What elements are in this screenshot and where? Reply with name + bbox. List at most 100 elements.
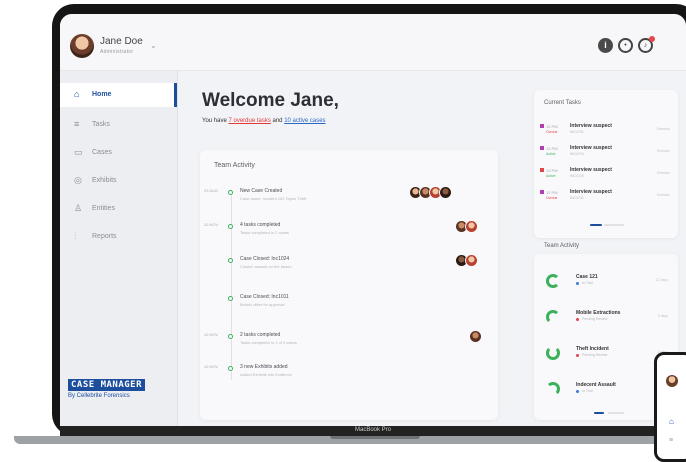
avatar[interactable] (465, 254, 478, 267)
user-avatar[interactable] (70, 34, 94, 58)
progress-ring (546, 274, 560, 288)
brand-logo: CASE MANAGER By Cellebrite Forensics (68, 379, 146, 399)
task-row[interactable]: 12 PM Ovrdue Interview suspect INC4731 O… (540, 188, 674, 206)
timeline-title: New Case Created (240, 188, 283, 194)
timeline-dot (228, 190, 233, 195)
activity-status: Pending Review (582, 353, 608, 357)
progress-ring (546, 346, 560, 360)
people-avatars (455, 220, 478, 233)
task-time: 12 PM (546, 124, 558, 129)
timeline-item[interactable]: 23 AUG New Case Created Case name: Incid… (200, 186, 498, 210)
sidebar-item-label: Exhibits (92, 177, 117, 184)
brand-subtitle: By Cellebrite Forensics (68, 393, 130, 399)
timeline-item[interactable]: Case Closed: Inc1024 Closed: assault on … (200, 254, 498, 278)
task-tag: Ovrdue (546, 196, 558, 200)
timeline-item[interactable]: 10 NOV 3 new Exhibits added Added Exhibi… (200, 362, 498, 386)
avatar[interactable] (465, 220, 478, 233)
laptop-label: MacBook Pro (354, 427, 391, 433)
timeline-desc: Bofmix ditter for approval (240, 302, 285, 307)
phone-device: ⌂ ≡ (654, 352, 686, 462)
task-status: Overdue (656, 193, 670, 197)
section-title: Team Activity (544, 243, 580, 249)
progress-ring (546, 382, 560, 396)
timeline-item[interactable]: 10 NOV 4 tasks completed Tasks completed… (200, 220, 498, 244)
activity-item[interactable]: Mobile Extractions Pending Review 5 days (538, 304, 674, 338)
timeline-dot (228, 334, 233, 339)
activity-item[interactable]: Case 121 In Trial 12 days (538, 268, 674, 302)
cases-icon: ▭ (74, 147, 83, 157)
timeline-dot (228, 258, 233, 263)
sidebar-item-tasks[interactable]: ≡ Tasks (60, 113, 177, 137)
task-title: Interview suspect (570, 145, 612, 151)
overdue-tasks-link[interactable]: 7 overdue tasks (228, 118, 270, 124)
user-role: Administrator (100, 49, 134, 55)
task-row[interactable]: 12 PM Active Interview suspect INC4720 O… (540, 166, 674, 184)
app-screen: Jane Doe Administrator ⌄ i • ♪ ⌂ Home ≡ … (60, 14, 686, 426)
status-dot (576, 282, 579, 285)
user-name[interactable]: Jane Doe (100, 36, 143, 47)
sidebar-item-exhibits[interactable]: ◎ Exhibits (60, 169, 177, 193)
settings-icon[interactable]: • (618, 38, 633, 53)
timeline-title: 3 new Exhibits added (240, 364, 288, 370)
sidebar-item-reports[interactable]: ⫶ Reports (60, 225, 177, 249)
chevron-down-icon[interactable]: ⌄ (150, 41, 157, 50)
sidebar-item-label: Home (92, 91, 112, 98)
timeline-desc: Closed: assault on the beach (240, 264, 292, 269)
timeline-title: Case Closed: Inc1011 (240, 294, 289, 300)
active-cases-link[interactable]: 10 active cases (284, 118, 325, 124)
reports-icon: ⫶ (74, 231, 77, 241)
activity-title: Indecent Assault (576, 382, 616, 388)
people-avatars (409, 186, 452, 199)
timeline-dot (228, 224, 233, 229)
sidebar-item-cases[interactable]: ▭ Cases (60, 141, 177, 165)
pager-track[interactable] (608, 412, 624, 414)
timeline-desc: Tasks completed in 2 cases (240, 230, 289, 235)
timeline-desc: Added Exhibits into Evidence (240, 372, 292, 377)
task-row[interactable]: 12 PM Ovrdue Interview suspect INC4701 O… (540, 122, 674, 140)
top-bar: Jane Doe Administrator ⌄ i • ♪ (60, 14, 686, 71)
pager-track[interactable] (604, 224, 624, 226)
task-row[interactable]: 12 PM Active Interview suspect INC4710 O… (540, 144, 674, 162)
page-title: Welcome Jane, (202, 90, 339, 111)
avatar[interactable] (439, 186, 452, 199)
laptop-notch (330, 436, 420, 439)
brand-title: CASE MANAGER (68, 379, 146, 391)
task-time: 12 PM (546, 168, 558, 173)
sidebar-item-home[interactable]: ⌂ Home (60, 83, 177, 107)
progress-ring (546, 310, 560, 324)
status-dot (576, 354, 579, 357)
avatar[interactable] (469, 330, 482, 343)
activity-status: In Trial (582, 389, 593, 393)
timeline-item[interactable]: Case Closed: Inc1011 Bofmix ditter for a… (200, 292, 498, 316)
timeline-date: 10 NOV (203, 364, 219, 369)
timeline-item[interactable]: 10 NOV 2 tasks completed Tasks completed… (200, 330, 498, 354)
activity-title: Case 121 (576, 274, 598, 280)
timeline-date: 10 NOV (203, 222, 219, 227)
notification-badge (649, 36, 655, 42)
status-dot (576, 390, 579, 393)
task-color-marker (540, 146, 544, 150)
task-tag: Active (546, 152, 556, 156)
task-tag: Active (546, 174, 556, 178)
task-case: INC4720 (570, 174, 584, 178)
info-icon[interactable]: i (598, 38, 613, 53)
current-tasks-card: Current Tasks 12 PM Ovrdue Interview sus… (534, 90, 678, 238)
timeline-title: 4 tasks completed (240, 222, 281, 228)
task-title: Interview suspect (570, 123, 612, 129)
task-status: Overdue (656, 149, 670, 153)
phone-avatar (666, 375, 678, 387)
sidebar-item-entities[interactable]: ♙ Entities (60, 197, 177, 221)
task-color-marker (540, 124, 544, 128)
people-avatars (469, 330, 482, 343)
timeline-date: 23 AUG (203, 188, 218, 193)
pager-active[interactable] (590, 224, 602, 226)
activity-time: 12 days (655, 278, 668, 282)
timeline-dot (228, 296, 233, 301)
pager-active[interactable] (594, 412, 604, 414)
summary-text: You have 7 overdue tasks and 10 active c… (202, 118, 326, 124)
card-title: Current Tasks (544, 100, 581, 106)
sidebar: ⌂ Home ≡ Tasks ▭ Cases ◎ Exhibits ♙ Enti… (60, 71, 178, 426)
timeline-desc: Case name: Incident 102 Taylor Theft (240, 196, 307, 201)
task-title: Interview suspect (570, 167, 612, 173)
task-case: INC4701 (570, 130, 584, 134)
